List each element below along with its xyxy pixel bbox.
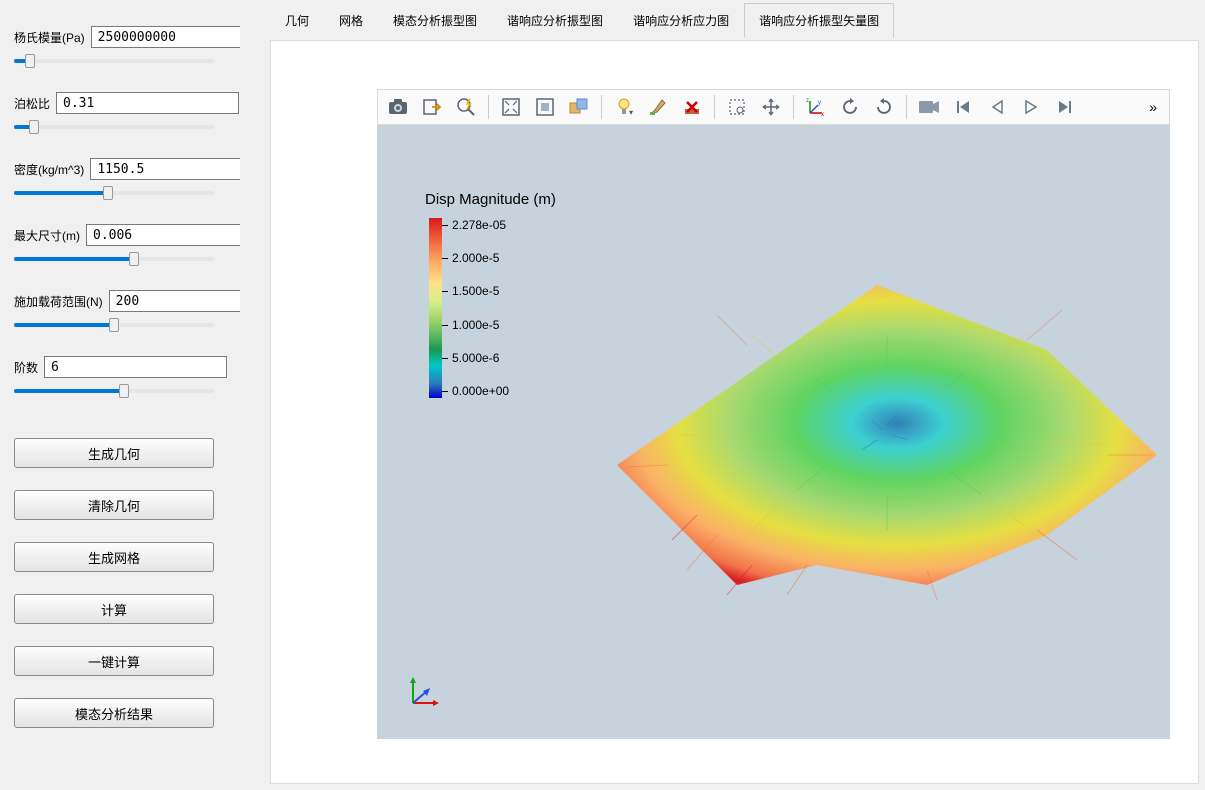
param-group-density: 密度(kg/m^3) xyxy=(14,150,226,206)
svg-text:z: z xyxy=(806,98,809,104)
rotate-cw-icon[interactable] xyxy=(870,93,898,121)
param-group-max-size: 最大尺寸(m) xyxy=(14,216,226,272)
density-slider[interactable] xyxy=(14,184,214,202)
3d-viewport[interactable]: Disp Magnitude (m) 2.278e-05 2.000e-5 1.… xyxy=(377,125,1170,739)
screenshot-icon[interactable] xyxy=(384,93,412,121)
tab-harmonic-mode-shape[interactable]: 谐响应分析振型图 xyxy=(492,3,618,38)
tab-bar: 几何 网格 模态分析振型图 谐响应分析振型图 谐响应分析应力图 谐响应分析振型矢… xyxy=(240,0,1199,40)
poisson-label: 泊松比 xyxy=(14,95,50,112)
generate-geometry-button[interactable]: 生成几何 xyxy=(14,438,214,468)
tab-harmonic-stress[interactable]: 谐响应分析应力图 xyxy=(618,3,744,38)
legend-colorbar xyxy=(429,218,442,398)
param-group-load-range: 施加载荷范围(N) xyxy=(14,282,226,338)
load-range-label: 施加载荷范围(N) xyxy=(14,293,103,310)
lighting-icon[interactable]: ▾ xyxy=(610,93,638,121)
load-range-slider[interactable] xyxy=(14,316,214,334)
youngs-modulus-slider[interactable] xyxy=(14,52,214,70)
tab-mesh[interactable]: 网格 xyxy=(324,3,378,38)
multi-view-icon[interactable] xyxy=(565,93,593,121)
param-group-youngs-modulus: 杨氏模量(Pa) xyxy=(14,18,226,74)
legend-ticks: 2.278e-05 2.000e-5 1.500e-5 1.000e-5 5.0… xyxy=(452,218,509,398)
density-label: 密度(kg/m^3) xyxy=(14,161,84,178)
generate-mesh-button[interactable]: 生成网格 xyxy=(14,542,214,572)
delete-icon[interactable] xyxy=(678,93,706,121)
youngs-modulus-label: 杨氏模量(Pa) xyxy=(14,29,85,46)
poisson-slider[interactable] xyxy=(14,118,214,136)
main-panel: 几何 网格 模态分析振型图 谐响应分析振型图 谐响应分析应力图 谐响应分析振型矢… xyxy=(240,0,1205,790)
max-size-slider[interactable] xyxy=(14,250,214,268)
rotate-ccw-icon[interactable] xyxy=(836,93,864,121)
order-label: 阶数 xyxy=(14,359,38,376)
camera-record-icon[interactable] xyxy=(915,93,943,121)
tab-harmonic-vector[interactable]: 谐响应分析振型矢量图 xyxy=(744,3,894,38)
viewer-toolbar: ▾ z x y » xyxy=(377,89,1170,125)
color-legend: Disp Magnitude (m) 2.278e-05 2.000e-5 1.… xyxy=(429,191,556,398)
next-frame-icon[interactable] xyxy=(1051,93,1079,121)
legend-tick: 1.500e-5 xyxy=(452,284,509,298)
poisson-input[interactable] xyxy=(56,92,239,114)
vector-field-plot xyxy=(577,255,1170,615)
svg-text:x: x xyxy=(821,112,824,117)
one-click-compute-button[interactable]: 一键计算 xyxy=(14,646,214,676)
export-icon[interactable] xyxy=(418,93,446,121)
param-group-poisson: 泊松比 xyxy=(14,84,226,140)
clear-geometry-button[interactable]: 清除几何 xyxy=(14,490,214,520)
compute-button[interactable]: 计算 xyxy=(14,594,214,624)
legend-tick: 2.000e-5 xyxy=(452,251,509,265)
box-select-icon[interactable] xyxy=(723,93,751,121)
tab-modal-mode-shape[interactable]: 模态分析振型图 xyxy=(378,3,492,38)
viewport-container: ▾ z x y » Disp Magnitude (m) xyxy=(270,40,1199,784)
axes-triad-icon xyxy=(401,671,445,715)
parameter-sidebar: 杨氏模量(Pa) 泊松比 密度(kg/m^3) 最大尺寸(m) xyxy=(0,0,240,790)
legend-tick: 2.278e-05 xyxy=(452,218,509,232)
order-input[interactable] xyxy=(44,356,227,378)
order-slider[interactable] xyxy=(14,382,214,400)
brush-icon[interactable] xyxy=(644,93,672,121)
tab-geometry[interactable]: 几何 xyxy=(270,3,324,38)
svg-text:▾: ▾ xyxy=(629,108,633,117)
prev-frame-icon[interactable] xyxy=(983,93,1011,121)
fit-bounds-icon[interactable] xyxy=(497,93,525,121)
play-icon[interactable] xyxy=(1017,93,1045,121)
pan-icon[interactable] xyxy=(757,93,785,121)
axes-xyz-icon[interactable]: z x y xyxy=(802,93,830,121)
legend-tick: 0.000e+00 xyxy=(452,384,509,398)
first-frame-icon[interactable] xyxy=(949,93,977,121)
legend-tick: 5.000e-6 xyxy=(452,351,509,365)
toolbar-overflow-icon[interactable]: » xyxy=(1143,99,1163,115)
param-group-order: 阶数 xyxy=(14,348,226,404)
max-size-label: 最大尺寸(m) xyxy=(14,227,80,244)
fit-view-icon[interactable] xyxy=(531,93,559,121)
legend-title: Disp Magnitude (m) xyxy=(425,191,556,208)
modal-analysis-result-button[interactable]: 模态分析结果 xyxy=(14,698,214,728)
zoom-lightning-icon[interactable] xyxy=(452,93,480,121)
svg-text:y: y xyxy=(818,100,821,106)
legend-tick: 1.000e-5 xyxy=(452,318,509,332)
